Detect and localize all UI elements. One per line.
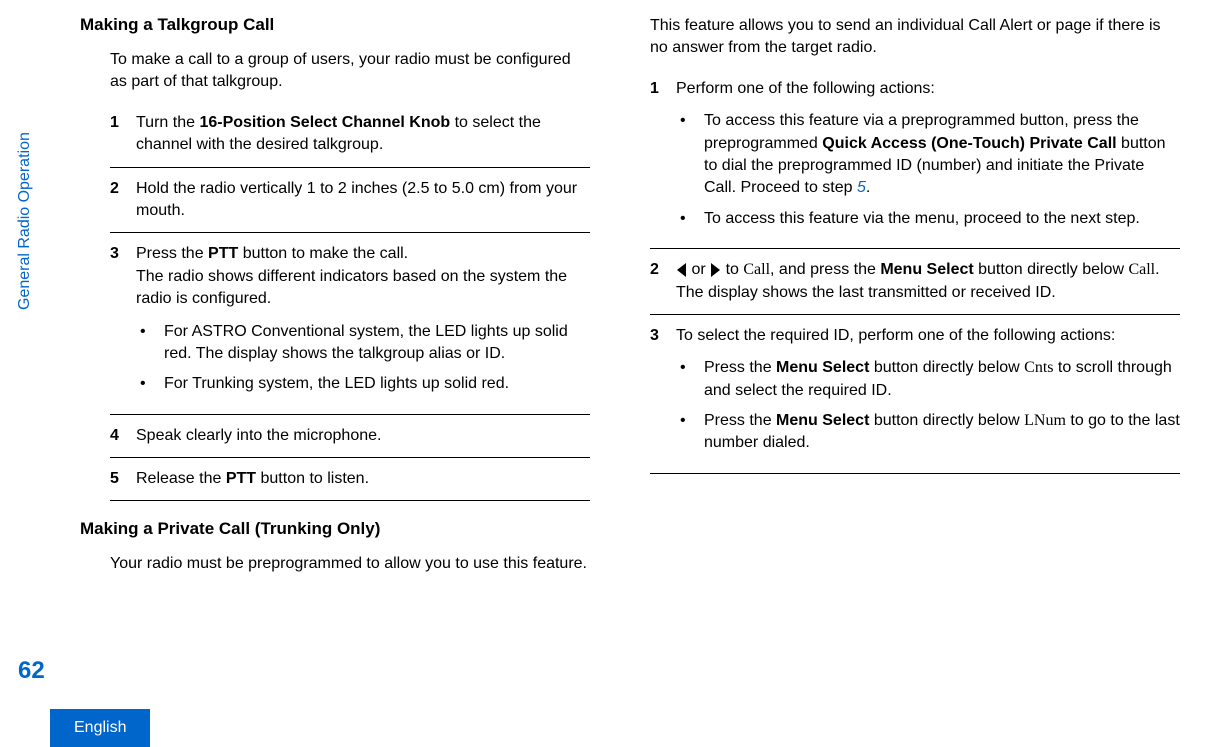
step-4: 4 Speak clearly into the microphone. — [110, 425, 590, 458]
list-item: For ASTRO Conventional system, the LED l… — [136, 321, 590, 366]
step-number: 1 — [110, 112, 136, 157]
bullet-list: Press the Menu Select button directly be… — [676, 357, 1180, 455]
text-line: The display shows the last transmitted o… — [676, 282, 1180, 304]
step-text: Turn the 16-Position Select Channel Knob… — [136, 112, 590, 157]
bold-text: Quick Access (One-Touch) Private Call — [822, 135, 1116, 152]
text-fragment: button directly below — [869, 359, 1024, 376]
right-column: This feature allows you to send an indiv… — [650, 15, 1180, 594]
step-text: or to Call, and press the Menu Select bu… — [676, 259, 1180, 304]
language-tab: English — [50, 709, 150, 747]
menu-label: LNum — [1024, 412, 1066, 429]
step-number: 2 — [110, 178, 136, 223]
step-5: 5 Release the PTT button to listen. — [110, 468, 590, 501]
text-fragment: or — [687, 261, 710, 278]
step-number: 1 — [650, 78, 676, 238]
bold-text: PTT — [208, 245, 238, 262]
step-1: 1 Perform one of the following actions: … — [650, 78, 1180, 249]
nav-right-icon — [711, 263, 720, 277]
step-number: 3 — [650, 325, 676, 463]
text-fragment: , and press the — [770, 261, 880, 278]
section-heading: Making a Talkgroup Call — [80, 15, 590, 35]
bullet-text: Press the Menu Select button directly be… — [704, 410, 1180, 455]
menu-label: Call — [1128, 261, 1155, 278]
step-number: 2 — [650, 259, 676, 304]
bullet-list: For ASTRO Conventional system, the LED l… — [136, 321, 590, 396]
bullet-text: To access this feature via a preprogramm… — [704, 110, 1180, 200]
left-column: Making a Talkgroup Call To make a call t… — [60, 15, 590, 594]
step-text: Perform one of the following actions: To… — [676, 78, 1180, 238]
text-fragment: to — [721, 261, 743, 278]
text-fragment: To select the required ID, perform one o… — [676, 327, 1115, 344]
page-number: 62 — [18, 657, 45, 685]
sidebar-section-label: General Radio Operation — [16, 132, 34, 310]
text-fragment: Press the — [704, 412, 776, 429]
text-line: The radio shows different indicators bas… — [136, 266, 590, 311]
text-fragment: Press the — [704, 359, 776, 376]
step-text: Hold the radio vertically 1 to 2 inches … — [136, 178, 590, 223]
intro-text: Your radio must be preprogrammed to allo… — [110, 553, 590, 575]
text-fragment: Press the — [136, 245, 208, 262]
step-text: Press the PTT button to make the call. T… — [136, 243, 590, 403]
bold-text: Menu Select — [880, 261, 973, 278]
step-text: Speak clearly into the microphone. — [136, 425, 590, 447]
bullet-list: To access this feature via a preprogramm… — [676, 110, 1180, 230]
step-3: 3 To select the required ID, perform one… — [650, 325, 1180, 474]
list-item: To access this feature via the menu, pro… — [676, 208, 1180, 230]
list-item: Press the Menu Select button directly be… — [676, 410, 1180, 455]
list-item: Press the Menu Select button directly be… — [676, 357, 1180, 402]
bullet-text: For Trunking system, the LED lights up s… — [164, 373, 509, 395]
text-fragment: Perform one of the following actions: — [676, 80, 935, 97]
list-item: To access this feature via a preprogramm… — [676, 110, 1180, 200]
bold-text: PTT — [226, 470, 256, 487]
text-fragment: button directly below — [869, 412, 1024, 429]
step-number: 5 — [110, 468, 136, 490]
step-2: 2 Hold the radio vertically 1 to 2 inche… — [110, 178, 590, 234]
bullet-text: To access this feature via the menu, pro… — [704, 208, 1140, 230]
step-text: Release the PTT button to listen. — [136, 468, 590, 490]
text-fragment: . — [1155, 261, 1159, 278]
text-fragment: button to listen. — [256, 470, 369, 487]
step-1: 1 Turn the 16-Position Select Channel Kn… — [110, 112, 590, 168]
step-number: 4 — [110, 425, 136, 447]
bullet-text: For ASTRO Conventional system, the LED l… — [164, 321, 590, 366]
step-link[interactable]: 5 — [857, 179, 866, 196]
nav-left-icon — [677, 263, 686, 277]
bold-text: Menu Select — [776, 412, 869, 429]
menu-label: Cnts — [1024, 359, 1053, 376]
step-2: 2 or to Call, and press the Menu Select … — [650, 259, 1180, 315]
bullet-text: Press the Menu Select button directly be… — [704, 357, 1180, 402]
text-fragment: button directly below — [974, 261, 1129, 278]
bold-text: 16-Position Select Channel Knob — [199, 114, 450, 131]
step-number: 3 — [110, 243, 136, 403]
text-fragment: . — [866, 179, 870, 196]
step-text: To select the required ID, perform one o… — [676, 325, 1180, 463]
list-item: For Trunking system, the LED lights up s… — [136, 373, 590, 395]
bold-text: Menu Select — [776, 359, 869, 376]
intro-text: This feature allows you to send an indiv… — [650, 15, 1180, 60]
menu-label: Call — [743, 261, 770, 278]
section-heading: Making a Private Call (Trunking Only) — [80, 519, 590, 539]
text-fragment: Turn the — [136, 114, 199, 131]
text-fragment: button to make the call. — [238, 245, 408, 262]
page-content: Making a Talkgroup Call To make a call t… — [60, 15, 1186, 594]
intro-text: To make a call to a group of users, your… — [110, 49, 590, 94]
step-3: 3 Press the PTT button to make the call.… — [110, 243, 590, 414]
text-fragment: Release the — [136, 470, 226, 487]
